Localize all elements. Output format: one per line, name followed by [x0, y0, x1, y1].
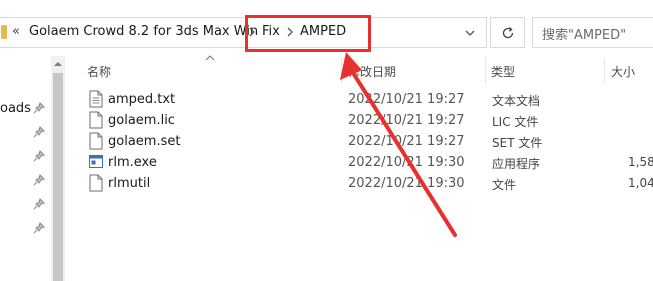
file-date: 2022/10/21 19:30	[348, 176, 465, 191]
application-icon	[89, 155, 103, 168]
column-header-date[interactable]: 修改日期	[348, 63, 396, 80]
pin-icon[interactable]	[33, 126, 45, 138]
text-file-icon	[89, 90, 103, 108]
file-row[interactable]: amped.txt 2022/10/21 19:27 文本文档	[80, 89, 653, 110]
file-type: SET 文件	[492, 136, 543, 150]
search-placeholder: 搜索"AMPED"	[542, 28, 627, 43]
highlight-box	[245, 15, 371, 52]
pin-icon[interactable]	[33, 222, 45, 234]
file-row[interactable]: golaem.set 2022/10/21 19:27 SET 文件	[80, 131, 653, 152]
pin-icon[interactable]	[33, 150, 45, 162]
sort-ascending-icon	[205, 55, 215, 61]
file-name: rlm.exe	[108, 155, 157, 170]
nav-item-downloads[interactable]: oads	[0, 101, 31, 116]
chevron-down-icon[interactable]	[464, 28, 476, 38]
generic-file-icon	[89, 132, 103, 150]
column-divider[interactable]	[485, 58, 486, 83]
file-date: 2022/10/21 19:27	[348, 113, 465, 128]
breadcrumb-overflow-button[interactable]: «	[12, 24, 20, 39]
file-row[interactable]: rlmutil 2022/10/21 19:30 文件 1,047	[80, 173, 653, 194]
scroll-up-arrow-icon[interactable]	[53, 60, 63, 68]
file-name: golaem.set	[108, 134, 181, 149]
generic-file-icon	[89, 174, 103, 192]
file-date: 2022/10/21 19:27	[348, 92, 465, 107]
generic-file-icon	[89, 111, 103, 129]
column-header-name[interactable]: 名称	[87, 63, 111, 80]
pin-icon[interactable]	[33, 102, 45, 114]
file-type: 文本文档	[492, 94, 541, 108]
column-divider[interactable]	[341, 58, 342, 83]
pin-icon[interactable]	[33, 174, 45, 186]
refresh-button[interactable]	[490, 17, 525, 48]
file-name: amped.txt	[108, 92, 176, 107]
pin-icon[interactable]	[33, 198, 45, 210]
file-name: golaem.lic	[108, 113, 175, 128]
file-name: rlmutil	[108, 176, 151, 191]
file-size: 1,584	[628, 155, 653, 169]
nav-scrollbar-thumb[interactable]	[53, 73, 63, 281]
column-header-type[interactable]: 类型	[491, 63, 515, 80]
file-size: 1,047	[628, 176, 653, 190]
column-header-size[interactable]: 大小	[611, 63, 635, 80]
file-row[interactable]: rlm.exe 2022/10/21 19:30 应用程序 1,584	[80, 152, 653, 173]
file-type: 应用程序	[492, 157, 541, 171]
file-date: 2022/10/21 19:27	[348, 134, 465, 149]
file-type: LIC 文件	[492, 115, 539, 129]
breadcrumb-golaem[interactable]: Golaem Crowd 8.2 for 3ds Max Win	[29, 24, 258, 39]
refresh-icon	[502, 26, 513, 38]
column-divider[interactable]	[604, 58, 605, 83]
file-type: 文件	[492, 178, 517, 192]
file-date: 2022/10/21 19:30	[348, 155, 465, 170]
folder-icon	[1, 25, 7, 39]
file-row[interactable]: golaem.lic 2022/10/21 19:27 LIC 文件	[80, 110, 653, 131]
